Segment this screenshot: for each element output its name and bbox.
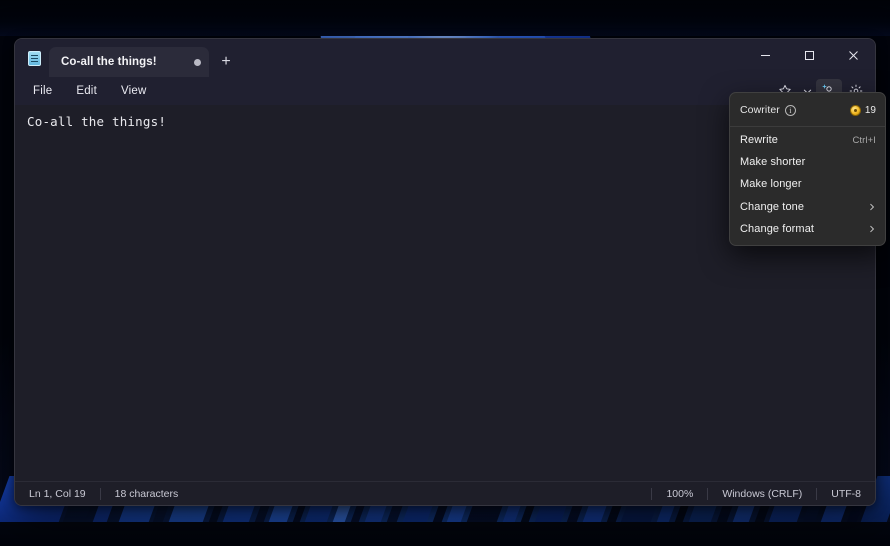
menu-item-label: Make longer [740, 178, 802, 191]
menu-edit[interactable]: Edit [64, 81, 109, 101]
menu-item-shortcut: Ctrl+I [852, 134, 876, 146]
cowriter-credits: 19 [849, 104, 876, 116]
desktop-wallpaper: Co-all the things! + File Edit View Co-a… [0, 0, 890, 546]
menu-item-make-shorter[interactable]: Make shorter [730, 151, 885, 173]
credit-count: 19 [864, 104, 876, 116]
minimize-button[interactable] [743, 39, 787, 71]
menu-item-make-longer[interactable]: Make longer [730, 173, 885, 195]
notepad-app-icon [25, 49, 43, 67]
maximize-button[interactable] [787, 39, 831, 71]
cursor-position: Ln 1, Col 19 [29, 487, 86, 500]
menu-item-label: Make shorter [740, 156, 806, 169]
menu-item-label: Rewrite [740, 134, 778, 147]
cowriter-title: Cowriter [740, 104, 780, 116]
new-tab-button[interactable]: + [211, 47, 241, 77]
window-controls [743, 39, 875, 71]
encoding[interactable]: UTF-8 [817, 488, 875, 500]
wallpaper-top-shade [0, 0, 890, 36]
title-bar: Co-all the things! + [15, 39, 875, 77]
menu-view[interactable]: View [109, 81, 159, 101]
menu-item-label: Change format [740, 222, 815, 235]
menu-divider [730, 126, 885, 127]
menu-item-change-tone[interactable]: Change tone [730, 196, 885, 218]
chevron-right-icon [868, 203, 876, 211]
tab-modified-dot[interactable] [194, 58, 201, 66]
character-count: 18 characters [114, 487, 179, 500]
status-bar: Ln 1, Col 19 18 characters 100% Windows … [15, 481, 875, 505]
status-left-group: Ln 1, Col 19 18 characters [15, 487, 192, 500]
menu-item-label: Change tone [740, 200, 805, 213]
zoom-level[interactable]: 100% [652, 488, 707, 500]
tab-co-all-the-things[interactable]: Co-all the things! [49, 47, 209, 77]
menu-file[interactable]: File [21, 81, 64, 101]
menu-item-change-format[interactable]: Change format [730, 218, 885, 240]
status-right-group: 100% Windows (CRLF) UTF-8 [651, 487, 875, 500]
sparkle-icon [822, 84, 827, 89]
coin-icon [849, 104, 861, 116]
cowriter-menu-header: Cowriter i 19 [730, 97, 885, 123]
wallpaper-bottom-shade [0, 522, 890, 546]
chevron-right-icon [868, 225, 876, 233]
cowriter-dropdown-menu: Cowriter i 19 Rewrite Ctrl+I Make shorte… [729, 92, 886, 246]
menu-item-rewrite[interactable]: Rewrite Ctrl+I [730, 129, 885, 151]
info-icon[interactable]: i [784, 104, 796, 116]
tab-title: Co-all the things! [61, 56, 157, 68]
line-ending[interactable]: Windows (CRLF) [708, 488, 816, 500]
close-button[interactable] [831, 39, 875, 71]
